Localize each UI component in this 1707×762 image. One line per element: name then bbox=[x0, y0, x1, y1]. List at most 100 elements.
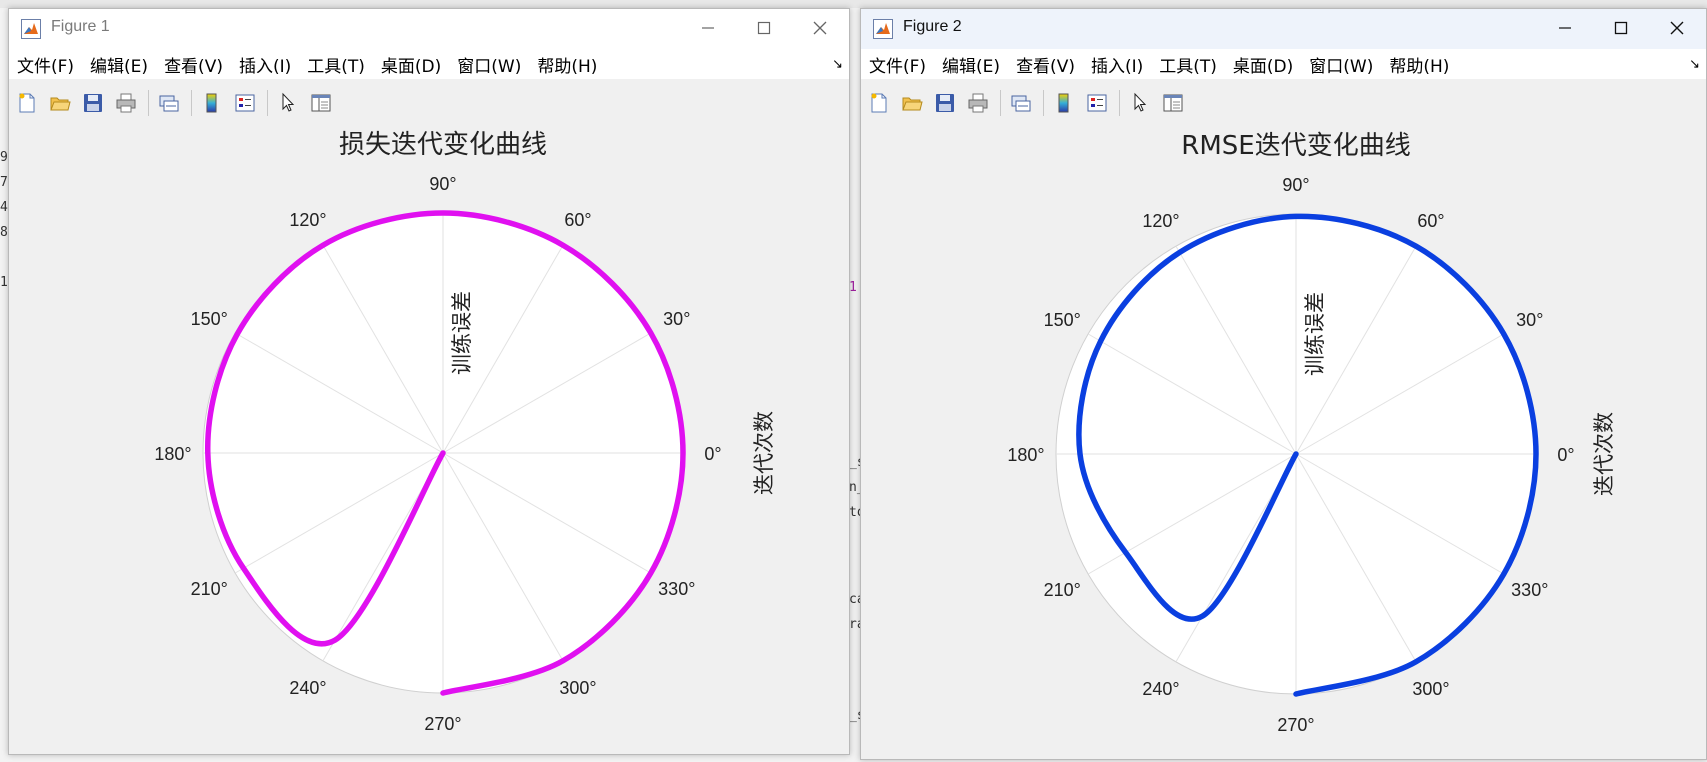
property-inspector-icon bbox=[1163, 94, 1183, 112]
link-plot-button[interactable] bbox=[155, 89, 183, 117]
close-icon bbox=[1670, 21, 1684, 35]
menu-view[interactable]: 查看(V) bbox=[164, 52, 223, 77]
theta-tick-label: 30° bbox=[1516, 310, 1543, 330]
save-icon bbox=[936, 94, 954, 112]
window-titlebar[interactable]: Figure 2 bbox=[861, 9, 1706, 49]
menu-insert[interactable]: 插入(I) bbox=[239, 52, 291, 77]
maximize-button[interactable] bbox=[1598, 13, 1644, 43]
background-text-fragment: 9 bbox=[0, 150, 8, 165]
theta-tick-label: 240° bbox=[289, 678, 326, 698]
background-text-fragment: 1 bbox=[0, 275, 8, 290]
menu-bar: 文件(F) 编辑(E) 查看(V) 插入(I) 工具(T) 桌面(D) 窗口(W… bbox=[861, 49, 1706, 79]
theta-tick-label: 330° bbox=[1511, 580, 1548, 600]
maximize-icon bbox=[1614, 21, 1628, 35]
edit-plot-button[interactable] bbox=[274, 89, 302, 117]
print-button[interactable] bbox=[964, 89, 992, 117]
theta-tick-label: 300° bbox=[1412, 679, 1449, 699]
window-title: Figure 1 bbox=[51, 18, 110, 35]
menu-window[interactable]: 窗口(W) bbox=[1309, 52, 1373, 77]
theta-tick-label: 30° bbox=[663, 309, 690, 329]
theta-tick-label: 60° bbox=[1417, 211, 1444, 231]
colorbar-button[interactable] bbox=[1050, 89, 1078, 117]
save-button[interactable] bbox=[931, 89, 959, 117]
theta-tick-label: 240° bbox=[1142, 679, 1179, 699]
menu-desktop[interactable]: 桌面(D) bbox=[1233, 52, 1293, 77]
menu-file[interactable]: 文件(F) bbox=[17, 52, 74, 77]
open-file-button[interactable] bbox=[898, 89, 926, 117]
close-icon bbox=[813, 21, 827, 35]
window-title: Figure 2 bbox=[903, 18, 962, 35]
toolbar-separator bbox=[1119, 90, 1120, 116]
menu-overflow-icon[interactable]: ↘ bbox=[1689, 57, 1700, 72]
close-button[interactable] bbox=[797, 13, 843, 43]
background-text-fragment: 4 bbox=[0, 200, 8, 215]
new-figure-button[interactable] bbox=[13, 89, 41, 117]
matlab-icon bbox=[21, 19, 41, 39]
menu-bar: 文件(F) 编辑(E) 查看(V) 插入(I) 工具(T) 桌面(D) 窗口(W… bbox=[9, 49, 849, 79]
property-inspector-button[interactable] bbox=[1159, 89, 1187, 117]
minimize-button[interactable] bbox=[685, 13, 731, 43]
legend-icon bbox=[235, 94, 255, 112]
theta-tick-label: 120° bbox=[1142, 211, 1179, 231]
theta-axis-label: 训练误差 bbox=[450, 291, 474, 375]
link-plot-button[interactable] bbox=[1007, 89, 1035, 117]
open-file-button[interactable] bbox=[46, 89, 74, 117]
menu-desktop[interactable]: 桌面(D) bbox=[381, 52, 441, 77]
figure-toolbar bbox=[9, 85, 849, 121]
figure-window[interactable]: Figure 2 文件(F) 编辑(E) 查看(V) 插入(I) 工具(T) 桌… bbox=[860, 8, 1707, 760]
toolbar-separator bbox=[267, 90, 268, 116]
chart-title: 损失迭代变化曲线 bbox=[339, 130, 547, 160]
menu-window[interactable]: 窗口(W) bbox=[457, 52, 521, 77]
figure-window[interactable]: Figure 1 文件(F) 编辑(E) 查看(V) 插入(I) 工具(T) 桌… bbox=[8, 8, 850, 755]
theta-tick-label: 150° bbox=[1044, 310, 1081, 330]
menu-edit[interactable]: 编辑(E) bbox=[90, 52, 148, 77]
pointer-icon bbox=[1134, 92, 1147, 112]
background-text-fragment: 1 bbox=[849, 280, 857, 295]
theta-axis-label: 训练误差 bbox=[1303, 292, 1327, 376]
maximize-button[interactable] bbox=[741, 13, 787, 43]
property-inspector-button[interactable] bbox=[307, 89, 335, 117]
new-figure-icon bbox=[871, 93, 887, 113]
polar-plot[interactable]: RMSE迭代变化曲线 0° 30° 60° 90° 120° 150° 180° 210° 240… bbox=[861, 123, 1706, 748]
theta-tick-label: 90° bbox=[429, 174, 456, 194]
chart-title: RMSE迭代变化曲线 bbox=[1181, 131, 1410, 161]
menu-overflow-icon[interactable]: ↘ bbox=[832, 57, 843, 72]
theta-tick-label: 0° bbox=[704, 444, 721, 464]
menu-tools[interactable]: 工具(T) bbox=[307, 52, 365, 77]
colorbar-icon bbox=[206, 93, 217, 113]
minimize-icon bbox=[1559, 27, 1571, 29]
background-window-strip bbox=[0, 0, 1707, 8]
save-button[interactable] bbox=[79, 89, 107, 117]
minimize-icon bbox=[702, 27, 714, 29]
new-figure-button[interactable] bbox=[865, 89, 893, 117]
open-file-icon bbox=[50, 97, 71, 111]
minimize-button[interactable] bbox=[1542, 13, 1588, 43]
menu-edit[interactable]: 编辑(E) bbox=[942, 52, 1000, 77]
close-button[interactable] bbox=[1654, 13, 1700, 43]
theta-tick-label: 180° bbox=[1007, 445, 1044, 465]
menu-insert[interactable]: 插入(I) bbox=[1091, 52, 1143, 77]
menu-tools[interactable]: 工具(T) bbox=[1159, 52, 1217, 77]
r-axis-label: 迭代次数 bbox=[752, 411, 776, 495]
window-titlebar[interactable]: Figure 1 bbox=[9, 9, 849, 49]
maximize-icon bbox=[757, 21, 771, 35]
matlab-icon bbox=[873, 19, 893, 39]
edit-plot-button[interactable] bbox=[1126, 89, 1154, 117]
menu-help[interactable]: 帮助(H) bbox=[537, 52, 597, 77]
colorbar-button[interactable] bbox=[198, 89, 226, 117]
figure-toolbar bbox=[861, 85, 1706, 121]
theta-tick-label: 60° bbox=[564, 210, 591, 230]
print-icon bbox=[116, 93, 136, 113]
print-button[interactable] bbox=[112, 89, 140, 117]
menu-help[interactable]: 帮助(H) bbox=[1389, 52, 1449, 77]
menu-view[interactable]: 查看(V) bbox=[1016, 52, 1075, 77]
legend-button[interactable] bbox=[1083, 89, 1111, 117]
menu-file[interactable]: 文件(F) bbox=[869, 52, 926, 77]
theta-tick-label: 210° bbox=[1044, 580, 1081, 600]
background-text-fragment: 7 bbox=[0, 175, 8, 190]
legend-button[interactable] bbox=[231, 89, 259, 117]
open-file-icon bbox=[902, 97, 923, 111]
theta-tick-label: 270° bbox=[424, 714, 461, 734]
polar-plot[interactable]: 损失迭代变化曲线 0° 30° 60° 90° 120° 150° 180° 210° 240° 2… bbox=[9, 123, 849, 743]
toolbar-separator bbox=[1043, 90, 1044, 116]
